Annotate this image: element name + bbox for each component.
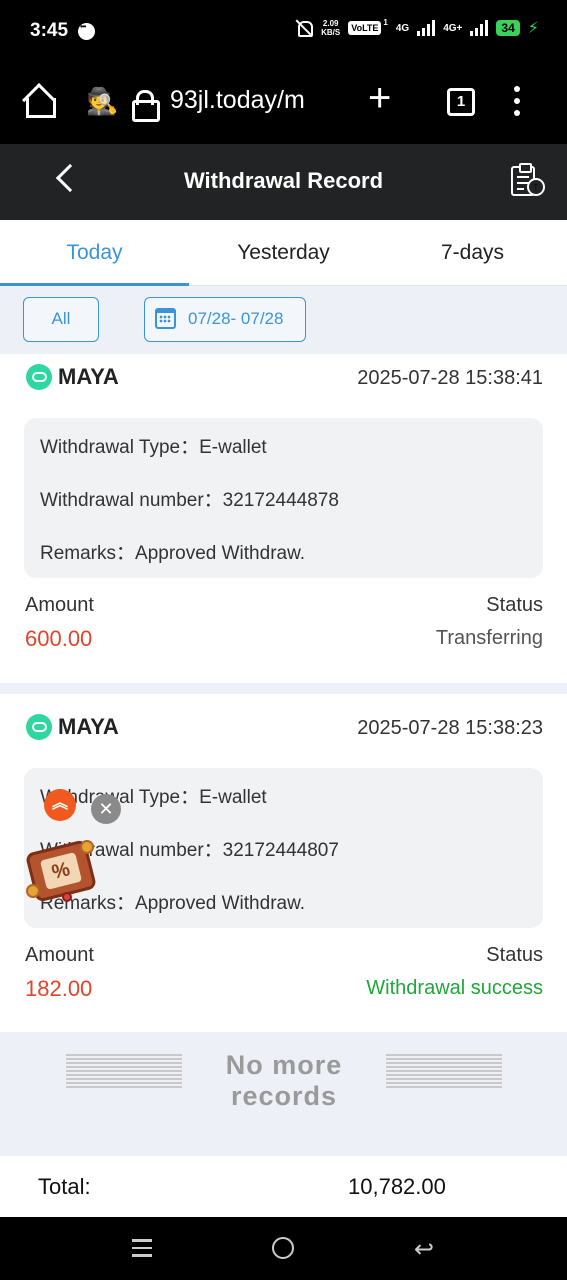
percent-icon: % <box>39 852 83 890</box>
amount-value: 600.00 <box>25 626 93 651</box>
remarks-label: Remarks： <box>40 543 136 564</box>
recents-icon[interactable] <box>132 1239 152 1257</box>
remarks-value: Approved Withdraw. <box>135 543 306 564</box>
coin-icon <box>26 884 40 898</box>
network-speed-unit: KB/S <box>321 28 341 37</box>
status-label: Status <box>486 594 543 616</box>
divider-right <box>386 1054 502 1090</box>
record-method: MAYA <box>26 714 119 740</box>
filter-bar: All 07/28- 07/28 <box>0 286 567 354</box>
coin-icon <box>80 840 94 854</box>
method-label: MAYA <box>58 714 119 739</box>
date-tabs: Today Yesterday 7-days <box>0 220 567 286</box>
page-title: Withdrawal Record <box>183 168 384 193</box>
status-icons: 2.09 KB/S VoLTE 1 4G 4G+ 34 ⚡ <box>295 18 539 38</box>
total-bar: Total: 10,782.00 <box>0 1156 567 1217</box>
promo-coupon-icon[interactable]: % <box>24 839 102 904</box>
withdrawal-type-value: E-wallet <box>199 437 267 458</box>
volte-sim-index: 1 <box>383 18 388 27</box>
record-details: Withdrawal Type：E-wallet Withdrawal numb… <box>24 418 543 578</box>
date-range-label: 07/28- 07/28 <box>188 309 284 328</box>
withdrawal-number-row: Withdrawal number：32172444878 <box>40 485 339 512</box>
url-bar[interactable]: 93jl.today/m <box>170 86 305 115</box>
withdrawal-type-value: E-wallet <box>199 787 267 808</box>
tab-today[interactable]: Today <box>0 220 189 286</box>
browser-toolbar: 🕵 93jl.today/m + 1 <box>0 64 567 144</box>
home-icon[interactable] <box>22 86 56 118</box>
lock-icon[interactable] <box>132 90 160 122</box>
record-method: MAYA <box>26 364 119 390</box>
scroll-top-button[interactable]: ︽ <box>44 789 76 821</box>
calendar-icon <box>155 308 176 329</box>
status-label: Status <box>486 944 543 966</box>
records-list: MAYA 2025-07-28 15:38:41 Withdrawal Type… <box>0 354 567 1217</box>
more-menu-icon[interactable] <box>514 86 522 118</box>
tab-7-days[interactable]: 7-days <box>378 220 567 285</box>
date-range-button[interactable]: 07/28- 07/28 <box>144 297 306 342</box>
no-more-records: No more records <box>66 1050 502 1111</box>
tab-switcher-button[interactable]: 1 <box>447 88 475 116</box>
signal-icon-2 <box>470 20 489 36</box>
home-button-icon[interactable] <box>272 1237 294 1259</box>
network-type-1: 4G <box>395 22 410 34</box>
method-label: MAYA <box>58 364 119 389</box>
system-nav-bar: ↩ <box>0 1217 567 1280</box>
total-label: Total: <box>38 1174 91 1199</box>
message-notification-icon <box>78 22 95 40</box>
gift-icon <box>62 892 72 902</box>
withdrawal-type-label: Withdrawal Type： <box>40 437 200 458</box>
battery-level: 34 <box>496 20 520 36</box>
app-header: Withdrawal Record <box>0 144 567 220</box>
network-speed-value: 2.09 <box>322 19 339 28</box>
maya-icon <box>26 364 52 390</box>
charging-icon: ⚡ <box>527 20 539 37</box>
divider-left <box>66 1054 182 1090</box>
withdrawal-number-value: 32172444807 <box>222 840 339 861</box>
record-datetime: 2025-07-28 15:38:41 <box>357 367 543 389</box>
amount-label: Amount <box>25 944 94 966</box>
withdrawal-number-value: 32172444878 <box>222 490 339 511</box>
amount-value: 182.00 <box>25 976 93 1001</box>
close-promo-button[interactable]: ✕ <box>91 794 121 824</box>
remarks-row: Remarks：Approved Withdraw. <box>40 538 305 565</box>
all-filter-button[interactable]: All <box>23 297 99 342</box>
maya-icon <box>26 714 52 740</box>
status-bar: 3:45 2.09 KB/S VoLTE 1 4G 4G+ 34 ⚡ <box>0 0 567 64</box>
clock: 3:45 <box>30 20 69 41</box>
network-speed: 2.09 KB/S <box>321 19 340 37</box>
signal-icon <box>417 20 436 36</box>
amount-label: Amount <box>25 594 94 616</box>
network-type-2: 4G+ <box>443 22 463 34</box>
record-datetime: 2025-07-28 15:38:23 <box>357 717 543 739</box>
new-tab-icon[interactable]: + <box>368 78 391 118</box>
withdrawal-type-row: Withdrawal Type：E-wallet <box>40 432 267 459</box>
record-card: MAYA 2025-07-28 15:38:41 Withdrawal Type… <box>0 354 567 683</box>
tab-yesterday[interactable]: Yesterday <box>189 220 378 285</box>
incognito-icon: 🕵 <box>86 86 119 116</box>
mute-icon <box>295 19 314 37</box>
withdrawal-number-label: Withdrawal number： <box>40 490 223 511</box>
remarks-value: Approved Withdraw. <box>135 893 306 914</box>
status-value: Transferring <box>435 627 543 649</box>
status-value: Withdrawal success <box>366 977 543 999</box>
total-value: 10,782.00 <box>348 1174 446 1199</box>
volte-badge: VoLTE <box>348 21 382 35</box>
back-button-icon[interactable]: ↩ <box>414 1235 434 1264</box>
no-more-records-text: No more records <box>225 1050 343 1111</box>
upload-arrow-icon: ↑ <box>527 178 545 196</box>
